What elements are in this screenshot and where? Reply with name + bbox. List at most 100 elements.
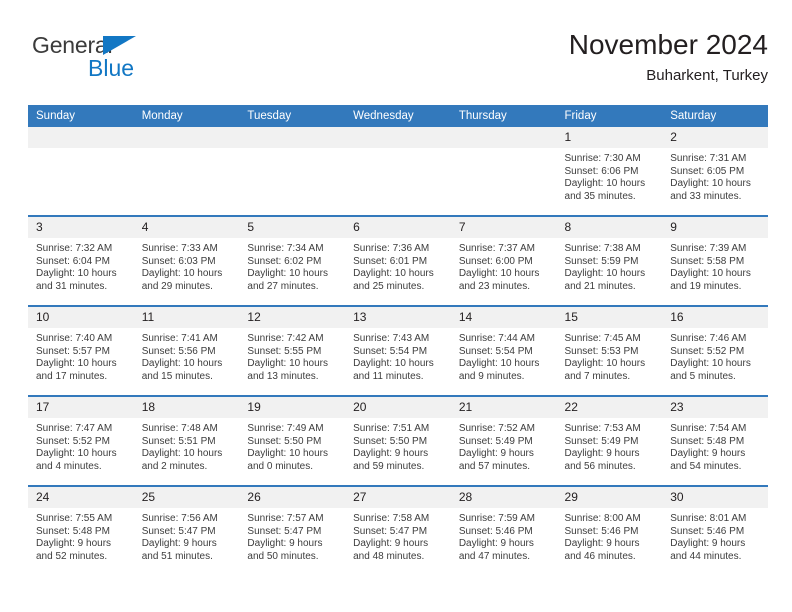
sunrise-text: Sunrise: 7:36 AM — [353, 243, 430, 254]
calendar-day-cell[interactable]: 16 Sunrise: 7:46 AM Sunset: 5:52 PM Dayligh… — [662, 305, 768, 396]
day-sun-info: Sunrise: 7:41 AM Sunset: 5:56 PM Daylight:… — [134, 328, 240, 383]
daylight-text: Daylight: 10 hours and 9 minutes. — [458, 358, 540, 382]
day-sun-info: Sunrise: 7:57 AM Sunset: 5:47 PM Daylight:… — [239, 508, 345, 563]
day-number — [28, 127, 134, 148]
day-sun-info: Sunrise: 7:37 AM Sunset: 6:00 PM Daylight:… — [451, 238, 557, 293]
day-number — [345, 127, 451, 148]
day-sun-info: Sunrise: 7:49 AM Sunset: 5:50 PM Daylight:… — [239, 418, 345, 473]
daylight-text: Daylight: 10 hours and 21 minutes. — [564, 268, 646, 292]
daylight-text: Daylight: 10 hours and 17 minutes. — [36, 358, 117, 382]
calendar-day-cell[interactable]: 22 Sunrise: 7:53 AM Sunset: 5:49 PM Dayligh… — [556, 395, 663, 486]
daylight-text: Daylight: 10 hours and 27 minutes. — [247, 268, 329, 292]
day-sun-info: Sunrise: 7:33 AM Sunset: 6:03 PM Daylight:… — [134, 238, 240, 293]
sunset-text: Sunset: 6:00 PM — [458, 255, 533, 267]
calendar-day-cell[interactable]: 14 Sunrise: 7:44 AM Sunset: 5:54 PM Dayligh… — [450, 305, 557, 396]
page-header: General Blue November 2024 Buharkent, Tu… — [28, 28, 768, 96]
sunset-text: Sunset: 5:56 PM — [141, 345, 216, 357]
sunset-text: Sunset: 6:05 PM — [670, 165, 745, 177]
day-number — [450, 127, 557, 148]
day-number: 12 — [239, 307, 346, 328]
daylight-text: Daylight: 10 hours and 15 minutes. — [141, 358, 223, 382]
calendar-day-cell[interactable]: 6 Sunrise: 7:36 AM Sunset: 6:01 PM Daylight… — [345, 215, 451, 306]
sunrise-text: Sunrise: 7:30 AM — [564, 153, 641, 164]
calendar-day-cell[interactable]: 11 Sunrise: 7:41 AM Sunset: 5:56 PM Dayligh… — [133, 305, 240, 396]
calendar-day-cell[interactable]: 18 Sunrise: 7:48 AM Sunset: 5:51 PM Dayligh… — [133, 395, 240, 486]
day-sun-info: Sunrise: 7:45 AM Sunset: 5:53 PM Daylight:… — [557, 328, 663, 383]
daylight-text: Daylight: 9 hours and 54 minutes. — [670, 448, 746, 472]
daylight-text: Daylight: 9 hours and 56 minutes. — [564, 448, 640, 472]
calendar-day-cell[interactable]: 19 Sunrise: 7:49 AM Sunset: 5:50 PM Dayligh… — [239, 395, 346, 486]
sunrise-text: Sunrise: 7:31 AM — [670, 153, 747, 164]
calendar-day-cell[interactable]: 17 Sunrise: 7:47 AM Sunset: 5:52 PM Dayligh… — [28, 395, 134, 486]
calendar-day-cell[interactable]: 24 Sunrise: 7:55 AM Sunset: 5:48 PM Dayligh… — [28, 485, 134, 575]
calendar-day-cell[interactable]: 13 Sunrise: 7:43 AM Sunset: 5:54 PM Dayligh… — [345, 305, 451, 396]
sunrise-text: Sunrise: 7:43 AM — [353, 333, 430, 344]
day-number: 26 — [239, 487, 346, 508]
calendar-day-cell[interactable]: 29 Sunrise: 8:00 AM Sunset: 5:46 PM Dayligh… — [556, 485, 663, 575]
day-number: 24 — [28, 487, 134, 508]
calendar-day-cell[interactable]: 26 Sunrise: 7:57 AM Sunset: 5:47 PM Dayligh… — [239, 485, 346, 575]
calendar-day-cell[interactable]: 15 Sunrise: 7:45 AM Sunset: 5:53 PM Dayligh… — [556, 305, 663, 396]
day-sun-info: Sunrise: 7:43 AM Sunset: 5:54 PM Daylight:… — [345, 328, 451, 383]
calendar-day-cell[interactable]: 21 Sunrise: 7:52 AM Sunset: 5:49 PM Dayligh… — [450, 395, 557, 486]
calendar-day-cell[interactable]: 3 Sunrise: 7:32 AM Sunset: 6:04 PM Daylight… — [28, 215, 134, 306]
sunset-text: Sunset: 5:46 PM — [670, 525, 745, 537]
calendar-week-row: 10 Sunrise: 7:40 AM Sunset: 5:57 PM Dayligh… — [28, 305, 768, 396]
calendar-day-cell[interactable]: 27 Sunrise: 7:58 AM Sunset: 5:47 PM Dayligh… — [345, 485, 451, 575]
weekday-header-thursday: Thursday — [450, 105, 557, 127]
day-number: 15 — [556, 307, 663, 328]
brand-name-blue: Blue — [88, 55, 135, 81]
day-number: 2 — [662, 127, 768, 148]
day-number: 30 — [662, 487, 768, 508]
calendar-day-cell[interactable]: 12 Sunrise: 7:42 AM Sunset: 5:55 PM Dayligh… — [239, 305, 346, 396]
day-sun-info: Sunrise: 7:42 AM Sunset: 5:55 PM Daylight:… — [239, 328, 345, 383]
day-number: 27 — [345, 487, 451, 508]
day-sun-info: Sunrise: 7:46 AM Sunset: 5:52 PM Daylight:… — [662, 328, 768, 383]
day-number: 8 — [556, 217, 663, 238]
calendar-day-cell[interactable]: 7 Sunrise: 7:37 AM Sunset: 6:00 PM Daylight… — [450, 215, 557, 306]
daylight-text: Daylight: 10 hours and 2 minutes. — [141, 448, 223, 472]
day-number: 1 — [556, 127, 663, 148]
triangle-icon — [103, 36, 136, 55]
day-number: 18 — [133, 397, 240, 418]
day-sun-info: Sunrise: 7:32 AM Sunset: 6:04 PM Daylight:… — [28, 238, 134, 293]
location-subtitle: Buharkent, Turkey — [646, 67, 768, 84]
day-number: 6 — [345, 217, 451, 238]
sunrise-text: Sunrise: 7:53 AM — [564, 423, 641, 434]
sunset-text: Sunset: 5:49 PM — [564, 435, 639, 447]
calendar-day-cell[interactable]: 8 Sunrise: 7:38 AM Sunset: 5:59 PM Daylight… — [556, 215, 663, 306]
calendar-day-cell[interactable]: 2 Sunrise: 7:31 AM Sunset: 6:05 PM Daylight… — [662, 127, 768, 216]
calendar-day-cell[interactable]: 28 Sunrise: 7:59 AM Sunset: 5:46 PM Dayligh… — [450, 485, 557, 575]
day-sun-info: Sunrise: 7:40 AM Sunset: 5:57 PM Daylight:… — [28, 328, 134, 383]
day-sun-info: Sunrise: 7:59 AM Sunset: 5:46 PM Daylight:… — [451, 508, 557, 563]
calendar-page: General Blue November 2024 Buharkent, Tu… — [0, 0, 792, 612]
sunset-text: Sunset: 5:50 PM — [247, 435, 322, 447]
daylight-text: Daylight: 9 hours and 44 minutes. — [670, 538, 746, 562]
day-number: 13 — [345, 307, 451, 328]
calendar-day-cell[interactable]: 23 Sunrise: 7:54 AM Sunset: 5:48 PM Dayligh… — [662, 395, 768, 486]
day-number: 7 — [450, 217, 557, 238]
sunset-text: Sunset: 5:47 PM — [247, 525, 322, 537]
day-number — [133, 127, 240, 148]
weekday-header-saturday: Saturday — [662, 105, 768, 127]
day-sun-info: Sunrise: 7:34 AM Sunset: 6:02 PM Daylight:… — [239, 238, 345, 293]
brand-logo[interactable]: General Blue — [28, 32, 208, 88]
sunrise-text: Sunrise: 7:58 AM — [353, 513, 430, 524]
calendar-day-cell[interactable]: 9 Sunrise: 7:39 AM Sunset: 5:58 PM Daylight… — [662, 215, 768, 306]
sunset-text: Sunset: 5:55 PM — [247, 345, 322, 357]
daylight-text: Daylight: 10 hours and 11 minutes. — [353, 358, 434, 382]
calendar-day-cell[interactable]: 5 Sunrise: 7:34 AM Sunset: 6:02 PM Daylight… — [239, 215, 346, 306]
calendar-day-cell[interactable]: 1 Sunrise: 7:30 AM Sunset: 6:06 PM Daylight… — [556, 127, 663, 216]
sunrise-text: Sunrise: 7:48 AM — [141, 423, 218, 434]
sunset-text: Sunset: 5:48 PM — [670, 435, 745, 447]
calendar-day-cell-empty — [239, 127, 346, 216]
day-number — [239, 127, 346, 148]
calendar-day-cell-empty — [133, 127, 240, 216]
calendar-day-cell[interactable]: 10 Sunrise: 7:40 AM Sunset: 5:57 PM Dayligh… — [28, 305, 134, 396]
calendar-day-cell[interactable]: 4 Sunrise: 7:33 AM Sunset: 6:03 PM Daylight… — [133, 215, 240, 306]
calendar-day-cell[interactable]: 25 Sunrise: 7:56 AM Sunset: 5:47 PM Dayligh… — [133, 485, 240, 575]
calendar-week-row: 1 Sunrise: 7:30 AM Sunset: 6:06 PM Daylight… — [28, 127, 768, 216]
calendar-day-cell[interactable]: 30 Sunrise: 8:01 AM Sunset: 5:46 PM Dayligh… — [662, 485, 768, 575]
calendar-week-row: 24 Sunrise: 7:55 AM Sunset: 5:48 PM Dayligh… — [28, 485, 768, 575]
calendar-day-cell[interactable]: 20 Sunrise: 7:51 AM Sunset: 5:50 PM Dayligh… — [345, 395, 451, 486]
